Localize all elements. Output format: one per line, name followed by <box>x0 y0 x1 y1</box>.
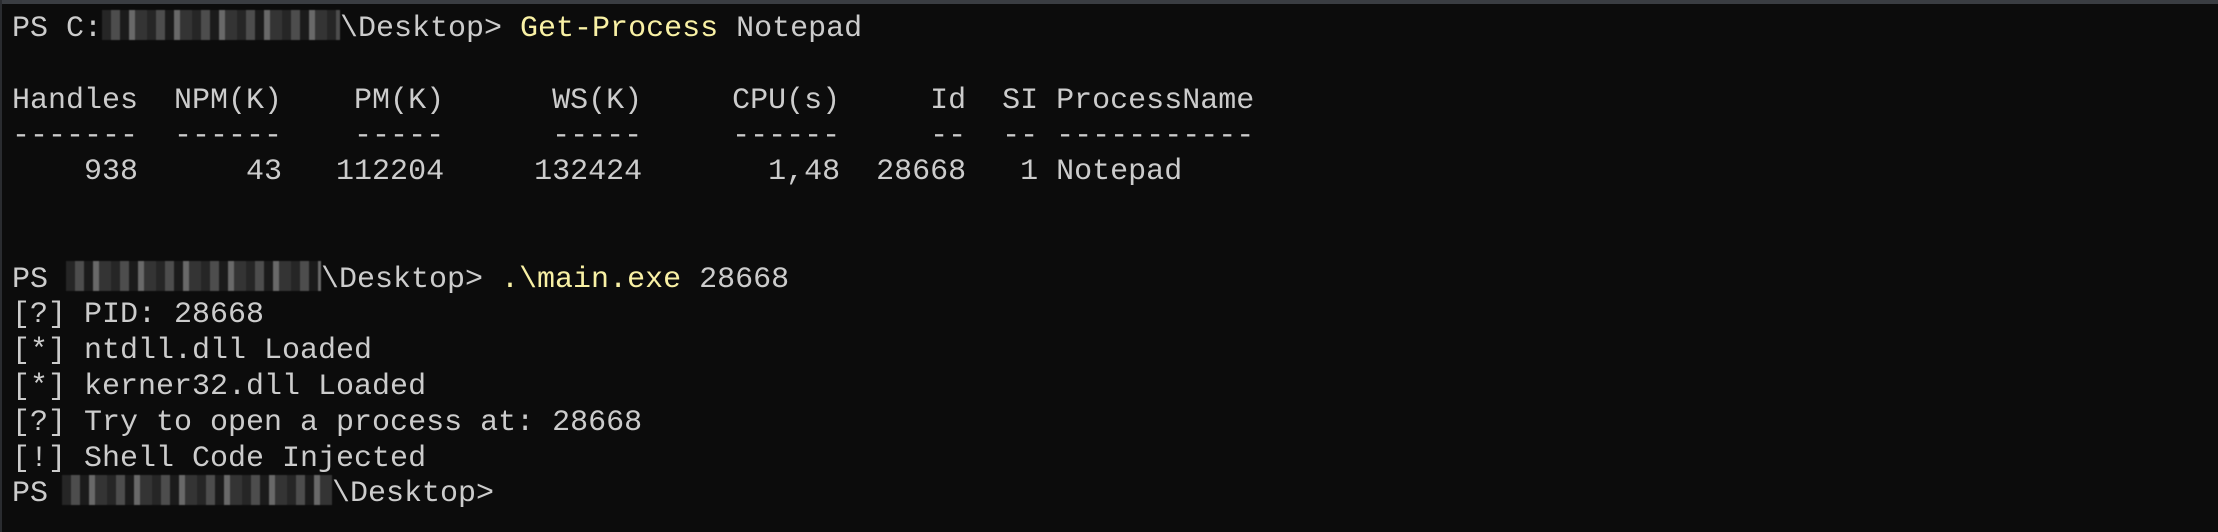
terminal-output[interactable]: PS C: \Desktop> Get-Process Notepad Handl… <box>12 10 1255 513</box>
prompt-prefix: PS <box>12 262 67 297</box>
prompt-line-2: PS \Desktop> .\main.exe 28668 <box>12 260 1254 299</box>
command-argument: Notepad <box>718 12 863 46</box>
prompt-path: \Desktop> <box>340 12 521 46</box>
window-top-border <box>0 0 2218 4</box>
table-row: 938 43 112204 132424 1,48 28668 1 Notepa… <box>12 155 1183 190</box>
prompt-prefix: PS C: <box>12 12 103 46</box>
command-name: .\main.exe <box>501 262 682 297</box>
window-left-border <box>0 0 2 532</box>
command-name: Get-Process <box>520 12 719 46</box>
table-header: Handles NPM(K) PM(K) WS(K) CPU(s) Id SI … <box>12 83 1255 118</box>
command-argument: 28668 <box>681 262 790 297</box>
redacted-path <box>62 475 333 506</box>
redacted-path <box>66 260 322 291</box>
output-line: [?] PID: 28668 <box>12 298 265 333</box>
output-line: [*] kerner32.dll Loaded <box>12 369 427 404</box>
table-separator: ------- ------ ----- ----- ------ -- -- … <box>12 119 1255 154</box>
redacted-path <box>102 10 341 41</box>
prompt-prefix: PS <box>12 477 67 512</box>
prompt-line-3[interactable]: PS \Desktop> <box>12 475 1254 513</box>
output-line: [!] Shell Code Injected <box>12 441 427 476</box>
prompt-line-1: PS C: \Desktop> Get-Process Notepad <box>12 10 1254 48</box>
prompt-path: \Desktop> <box>332 477 495 512</box>
output-line: [?] Try to open a process at: 28668 <box>12 405 643 440</box>
output-line: [*] ntdll.dll Loaded <box>12 334 373 369</box>
prompt-path: \Desktop> <box>321 262 502 297</box>
